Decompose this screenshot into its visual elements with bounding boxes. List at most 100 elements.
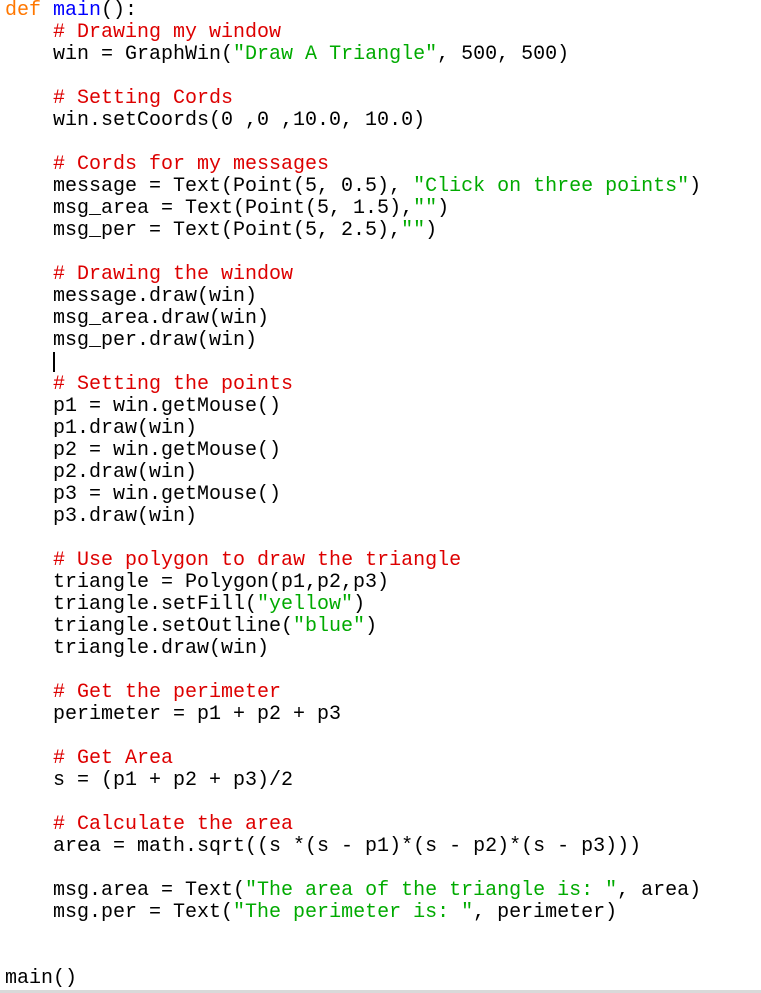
code-token: msg_per = Text(Point(5, 2.5), bbox=[5, 219, 402, 242]
code-token: ) bbox=[425, 219, 438, 242]
code-token: message.draw(win) bbox=[5, 285, 258, 308]
code-line[interactable]: p2 = win.getMouse() bbox=[5, 440, 761, 462]
code-token: p3.draw(win) bbox=[5, 505, 198, 528]
code-line[interactable]: # Drawing the window bbox=[5, 264, 761, 286]
code-editor[interactable]: def main(): # Drawing my window win = Gr… bbox=[5, 0, 761, 990]
code-token: , area) bbox=[617, 879, 702, 902]
code-line[interactable]: # Calculate the area bbox=[5, 814, 761, 836]
code-line[interactable]: message.draw(win) bbox=[5, 286, 761, 308]
code-line[interactable]: # Setting Cords bbox=[5, 88, 761, 110]
code-line[interactable]: p3 = win.getMouse() bbox=[5, 484, 761, 506]
comment-token: # Get Area bbox=[53, 747, 174, 770]
comment-token: # Use polygon to draw the triangle bbox=[53, 549, 462, 572]
keyword-token: def bbox=[5, 0, 42, 22]
comment-token: # Drawing my window bbox=[53, 21, 282, 44]
code-token: p2.draw(win) bbox=[5, 461, 198, 484]
code-line[interactable] bbox=[5, 528, 761, 550]
code-token: msg_area.draw(win) bbox=[5, 307, 270, 330]
code-line[interactable]: win = GraphWin("Draw A Triangle", 500, 5… bbox=[5, 44, 761, 66]
code-token: , perimeter) bbox=[473, 901, 618, 924]
code-line[interactable] bbox=[5, 858, 761, 880]
code-token: p3 = win.getMouse() bbox=[5, 483, 282, 506]
code-line[interactable]: p1 = win.getMouse() bbox=[5, 396, 761, 418]
code-token: ) bbox=[689, 175, 702, 198]
code-token: s = (p1 + p2 + p3)/2 bbox=[5, 769, 294, 792]
code-line[interactable]: p1.draw(win) bbox=[5, 418, 761, 440]
function-name-token: main bbox=[53, 0, 102, 22]
code-token: ) bbox=[365, 615, 378, 638]
code-token: triangle.setOutline( bbox=[5, 615, 294, 638]
code-line[interactable]: # Get Area bbox=[5, 748, 761, 770]
code-token: msg.area = Text( bbox=[5, 879, 246, 902]
code-line[interactable]: main() bbox=[5, 968, 761, 990]
code-token: win.setCoords(0 ,0 ,10.0, 10.0) bbox=[5, 109, 426, 132]
code-line[interactable]: triangle.draw(win) bbox=[5, 638, 761, 660]
string-token: "The area of the triangle is: " bbox=[245, 879, 618, 902]
code-line[interactable]: perimeter = p1 + p2 + p3 bbox=[5, 704, 761, 726]
code-line[interactable]: msg_per.draw(win) bbox=[5, 330, 761, 352]
code-line[interactable]: # Get the perimeter bbox=[5, 682, 761, 704]
code-token: triangle.draw(win) bbox=[5, 637, 270, 660]
code-token: msg_area = Text(Point(5, 1.5), bbox=[5, 197, 414, 220]
code-line[interactable]: msg_per = Text(Point(5, 2.5),"") bbox=[5, 220, 761, 242]
code-line[interactable]: msg.area = Text("The area of the triangl… bbox=[5, 880, 761, 902]
code-line[interactable]: # Cords for my messages bbox=[5, 154, 761, 176]
code-line[interactable] bbox=[5, 352, 761, 374]
code-line[interactable]: # Use polygon to draw the triangle bbox=[5, 550, 761, 572]
code-line[interactable]: area = math.sqrt((s *(s - p1)*(s - p2)*(… bbox=[5, 836, 761, 858]
code-token: msg_per.draw(win) bbox=[5, 329, 258, 352]
code-token: triangle.setFill( bbox=[5, 593, 258, 616]
code-token: ) bbox=[353, 593, 366, 616]
comment-token: # Calculate the area bbox=[53, 813, 294, 836]
code-token: p1.draw(win) bbox=[5, 417, 198, 440]
code-token: win = GraphWin( bbox=[5, 43, 234, 66]
code-line[interactable]: # Setting the points bbox=[5, 374, 761, 396]
code-line[interactable] bbox=[5, 924, 761, 946]
comment-token: # Get the perimeter bbox=[53, 681, 282, 704]
code-line[interactable] bbox=[5, 792, 761, 814]
code-line[interactable]: p3.draw(win) bbox=[5, 506, 761, 528]
code-line[interactable] bbox=[5, 242, 761, 264]
code-line[interactable]: triangle.setFill("yellow") bbox=[5, 594, 761, 616]
string-token: "blue" bbox=[293, 615, 366, 638]
code-line[interactable] bbox=[5, 66, 761, 88]
code-line[interactable]: win.setCoords(0 ,0 ,10.0, 10.0) bbox=[5, 110, 761, 132]
code-token: (): bbox=[101, 0, 138, 22]
text-cursor bbox=[53, 352, 55, 372]
code-line[interactable] bbox=[5, 726, 761, 748]
code-token: perimeter = p1 + p2 + p3 bbox=[5, 703, 342, 726]
code-line[interactable] bbox=[5, 132, 761, 154]
string-token: "Click on three points" bbox=[413, 175, 690, 198]
code-line[interactable]: def main(): bbox=[5, 0, 761, 22]
code-line[interactable]: msg_area.draw(win) bbox=[5, 308, 761, 330]
code-token: msg.per = Text( bbox=[5, 901, 234, 924]
code-line[interactable]: triangle = Polygon(p1,p2,p3) bbox=[5, 572, 761, 594]
comment-token: # Setting Cords bbox=[53, 87, 234, 110]
code-line[interactable]: triangle.setOutline("blue") bbox=[5, 616, 761, 638]
code-token: ) bbox=[437, 197, 450, 220]
comment-token: # Setting the points bbox=[53, 373, 294, 396]
code-line[interactable]: message = Text(Point(5, 0.5), "Click on … bbox=[5, 176, 761, 198]
code-token: area = math.sqrt((s *(s - p1)*(s - p2)*(… bbox=[5, 835, 642, 858]
code-line[interactable]: s = (p1 + p2 + p3)/2 bbox=[5, 770, 761, 792]
code-line[interactable] bbox=[5, 946, 761, 968]
string-token: "" bbox=[401, 219, 426, 242]
code-line[interactable]: p2.draw(win) bbox=[5, 462, 761, 484]
code-line[interactable]: # Drawing my window bbox=[5, 22, 761, 44]
code-line[interactable]: msg.per = Text("The perimeter is: ", per… bbox=[5, 902, 761, 924]
code-line[interactable]: msg_area = Text(Point(5, 1.5),"") bbox=[5, 198, 761, 220]
code-token: main() bbox=[5, 967, 78, 990]
string-token: "Draw A Triangle" bbox=[233, 43, 438, 66]
comment-token: # Drawing the window bbox=[53, 263, 294, 286]
string-token: "yellow" bbox=[257, 593, 354, 616]
code-line[interactable] bbox=[5, 660, 761, 682]
